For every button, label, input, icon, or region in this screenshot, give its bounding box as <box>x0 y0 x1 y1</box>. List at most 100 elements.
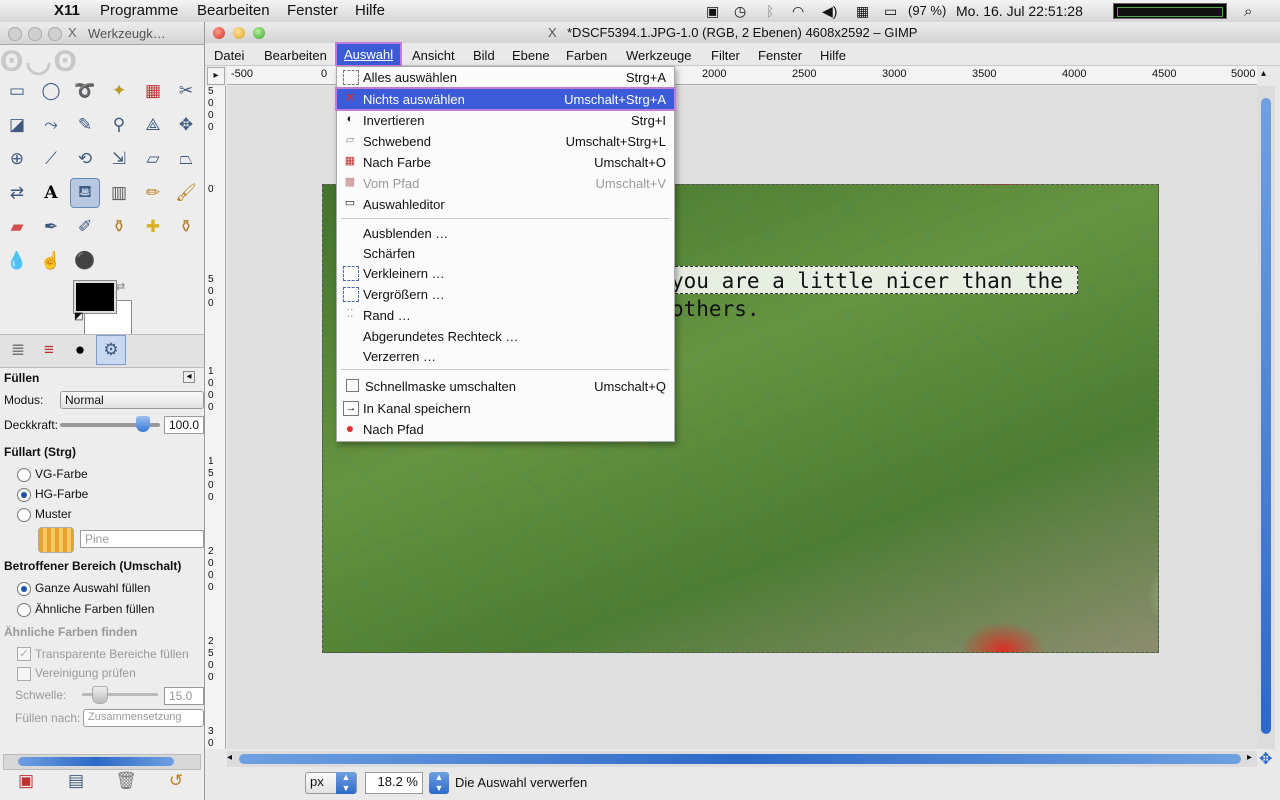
opacity-input[interactable]: 100.0 <box>164 416 204 434</box>
color-picker-icon[interactable]: ✎ <box>71 111 99 139</box>
evernote-icon[interactable]: ▣ <box>706 3 719 20</box>
save-options-icon[interactable]: ▣ <box>12 767 40 795</box>
airbrush-icon[interactable]: ✒ <box>37 213 65 241</box>
text-layer[interactable]: you are a little nicer than the others. <box>660 266 1078 321</box>
zoom-input[interactable]: 18.2 % <box>365 772 423 794</box>
minimize-button[interactable] <box>233 27 245 39</box>
menu-item-border[interactable]: ⁚⁚ Rand … <box>337 305 674 325</box>
scale-icon[interactable]: ⇲ <box>105 145 133 173</box>
opacity-slider-knob[interactable] <box>136 416 150 432</box>
crop-icon[interactable]: ⟋ <box>37 145 65 173</box>
tool-options-tab-icon[interactable]: ⚙ <box>96 335 126 365</box>
menu-item-float[interactable]: ▱ Schwebend Umschalt+Strg+L <box>337 131 674 151</box>
scissors-icon[interactable]: ✂ <box>172 77 200 105</box>
menu-item-distort[interactable]: Verzerren … <box>337 346 674 366</box>
zoom-button[interactable] <box>253 27 265 39</box>
scroll-up-icon[interactable]: ▴ <box>1261 68 1266 79</box>
clock[interactable]: Mo. 16. Jul 22:51:28 <box>956 3 1083 19</box>
radio-pattern[interactable] <box>17 508 31 522</box>
menu-item-select-none[interactable]: ✕ Nichts auswählen Umschalt+Strg+A <box>335 87 676 111</box>
paintbrush-icon[interactable]: 🖌 <box>172 179 200 207</box>
foreground-select-icon[interactable]: ◪ <box>3 111 31 139</box>
pattern-name-field[interactable]: Pine <box>80 530 204 548</box>
menu-item-feather[interactable]: Ausblenden … <box>337 223 674 243</box>
menu-item-save-channel[interactable]: → In Kanal speichern <box>337 398 674 418</box>
zoom-select-arrows-icon[interactable]: ▲ ▼ <box>429 772 449 794</box>
scroll-right-icon[interactable]: ▸ <box>1247 752 1252 763</box>
pencil-icon[interactable]: ✏ <box>139 179 167 207</box>
time-machine-icon[interactable]: ◷ <box>734 3 746 20</box>
scroll-left-icon[interactable]: ◂ <box>227 752 232 763</box>
measure-icon[interactable]: ⟁ <box>139 111 167 139</box>
app-name[interactable]: X11 <box>54 2 80 19</box>
menu-werkzeuge[interactable]: Werkzeuge <box>626 48 692 63</box>
vertical-scrollbar[interactable]: ▴ <box>1257 68 1275 749</box>
radio-fg-color[interactable] <box>17 468 31 482</box>
transparent-checkbox[interactable]: ✓ <box>17 647 31 661</box>
close-button[interactable] <box>8 27 22 41</box>
menu-item-grow[interactable]: Vergrößern … <box>337 284 674 304</box>
menu-fenster[interactable]: Fenster <box>758 48 802 63</box>
menu-farben[interactable]: Farben <box>566 48 607 63</box>
menu-ebene[interactable]: Ebene <box>512 48 550 63</box>
merge-checkbox[interactable] <box>17 667 31 681</box>
menu-item-to-path[interactable]: ● Nach Pfad <box>337 419 674 439</box>
move-icon[interactable]: ✥ <box>172 111 200 139</box>
menu-item-by-color[interactable]: ▦ Nach Farbe Umschalt+O <box>337 152 674 172</box>
menu-datei[interactable]: Datei <box>214 48 244 63</box>
panel-menu-icon[interactable]: ◂ <box>183 371 195 383</box>
menubar-item-hilfe[interactable]: Hilfe <box>355 2 385 19</box>
flip-icon[interactable]: ⇄ <box>3 179 31 207</box>
unit-select-arrows-icon[interactable]: ▲ ▼ <box>336 772 356 794</box>
gradient-icon[interactable]: ▥ <box>105 179 133 207</box>
menu-bearbeiten[interactable]: Bearbeiten <box>264 48 327 63</box>
channels-tab-icon[interactable]: ≡ <box>35 336 63 364</box>
volume-icon[interactable]: ◀) <box>822 3 837 20</box>
pattern-preview[interactable] <box>38 527 74 553</box>
fill-by-select[interactable]: Zusammensetzung <box>83 709 204 727</box>
horizontal-scrollbar[interactable]: ◂ ▸ <box>227 751 1257 767</box>
smudge-icon[interactable]: ☝ <box>37 247 65 275</box>
shear-icon[interactable]: ▱ <box>139 145 167 173</box>
perspective-clone-icon[interactable]: ⚱ <box>172 213 200 241</box>
default-colors-icon[interactable]: ◩ <box>74 311 83 322</box>
rotate-icon[interactable]: ⟲ <box>71 145 99 173</box>
align-icon[interactable]: ⊕ <box>3 145 31 173</box>
menu-item-shrink[interactable]: Verkleinern … <box>337 263 674 283</box>
menu-item-select-all[interactable]: Alles auswählen Strg+A <box>337 67 674 87</box>
layers-tab-icon[interactable]: ≣ <box>4 336 32 364</box>
mode-select[interactable]: Normal <box>60 391 204 409</box>
menu-bild[interactable]: Bild <box>473 48 495 63</box>
zoom-icon[interactable]: ⚲ <box>105 111 133 139</box>
reset-options-icon[interactable]: ↺ <box>162 767 190 795</box>
rect-select-icon[interactable]: ▭ <box>3 77 31 105</box>
dodge-burn-icon[interactable]: ⚫ <box>71 247 99 275</box>
zoom-button[interactable] <box>48 27 62 41</box>
close-button[interactable] <box>213 27 225 39</box>
menu-item-from-path[interactable]: ▩ Vom Pfad Umschalt+V <box>337 173 674 193</box>
minimize-button[interactable] <box>28 27 42 41</box>
menu-item-rounded-rect[interactable]: Abgerundetes Rechteck … <box>337 326 674 346</box>
navigate-icon[interactable]: ✥ <box>1259 749 1272 769</box>
swap-colors-icon[interactable]: ⇄ <box>116 280 125 293</box>
menu-item-quick-mask[interactable]: Schnellmaske umschalten Umschalt+Q <box>337 376 674 396</box>
bluetooth-icon[interactable]: ᛒ <box>766 3 774 19</box>
quick-mask-corner-icon[interactable]: ▸ <box>207 67 225 85</box>
paths-icon[interactable]: ⤳ <box>37 111 65 139</box>
wifi-icon[interactable]: ◠ <box>792 3 804 20</box>
menu-item-invert[interactable]: ◐ Invertieren Strg+I <box>337 110 674 130</box>
threshold-input[interactable]: 15.0 <box>164 687 204 705</box>
delete-options-icon[interactable]: 🗑 <box>112 767 140 795</box>
bucket-fill-icon[interactable]: ⛾ <box>70 178 100 208</box>
menu-ansicht[interactable]: Ansicht <box>412 48 455 63</box>
foreground-color[interactable] <box>73 280 117 314</box>
lasso-icon[interactable]: ➰ <box>71 77 99 105</box>
radio-bg-color[interactable] <box>17 488 31 502</box>
clone-icon[interactable]: ⚱ <box>105 213 133 241</box>
blur-icon[interactable]: 💧 <box>3 247 31 275</box>
threshold-slider-knob[interactable] <box>92 686 108 704</box>
keyboard-layout-icon[interactable]: ▦ <box>856 3 869 20</box>
menu-filter[interactable]: Filter <box>711 48 740 63</box>
select-by-color-icon[interactable]: ▦ <box>139 77 167 105</box>
ellipse-select-icon[interactable]: ◯ <box>37 77 65 105</box>
